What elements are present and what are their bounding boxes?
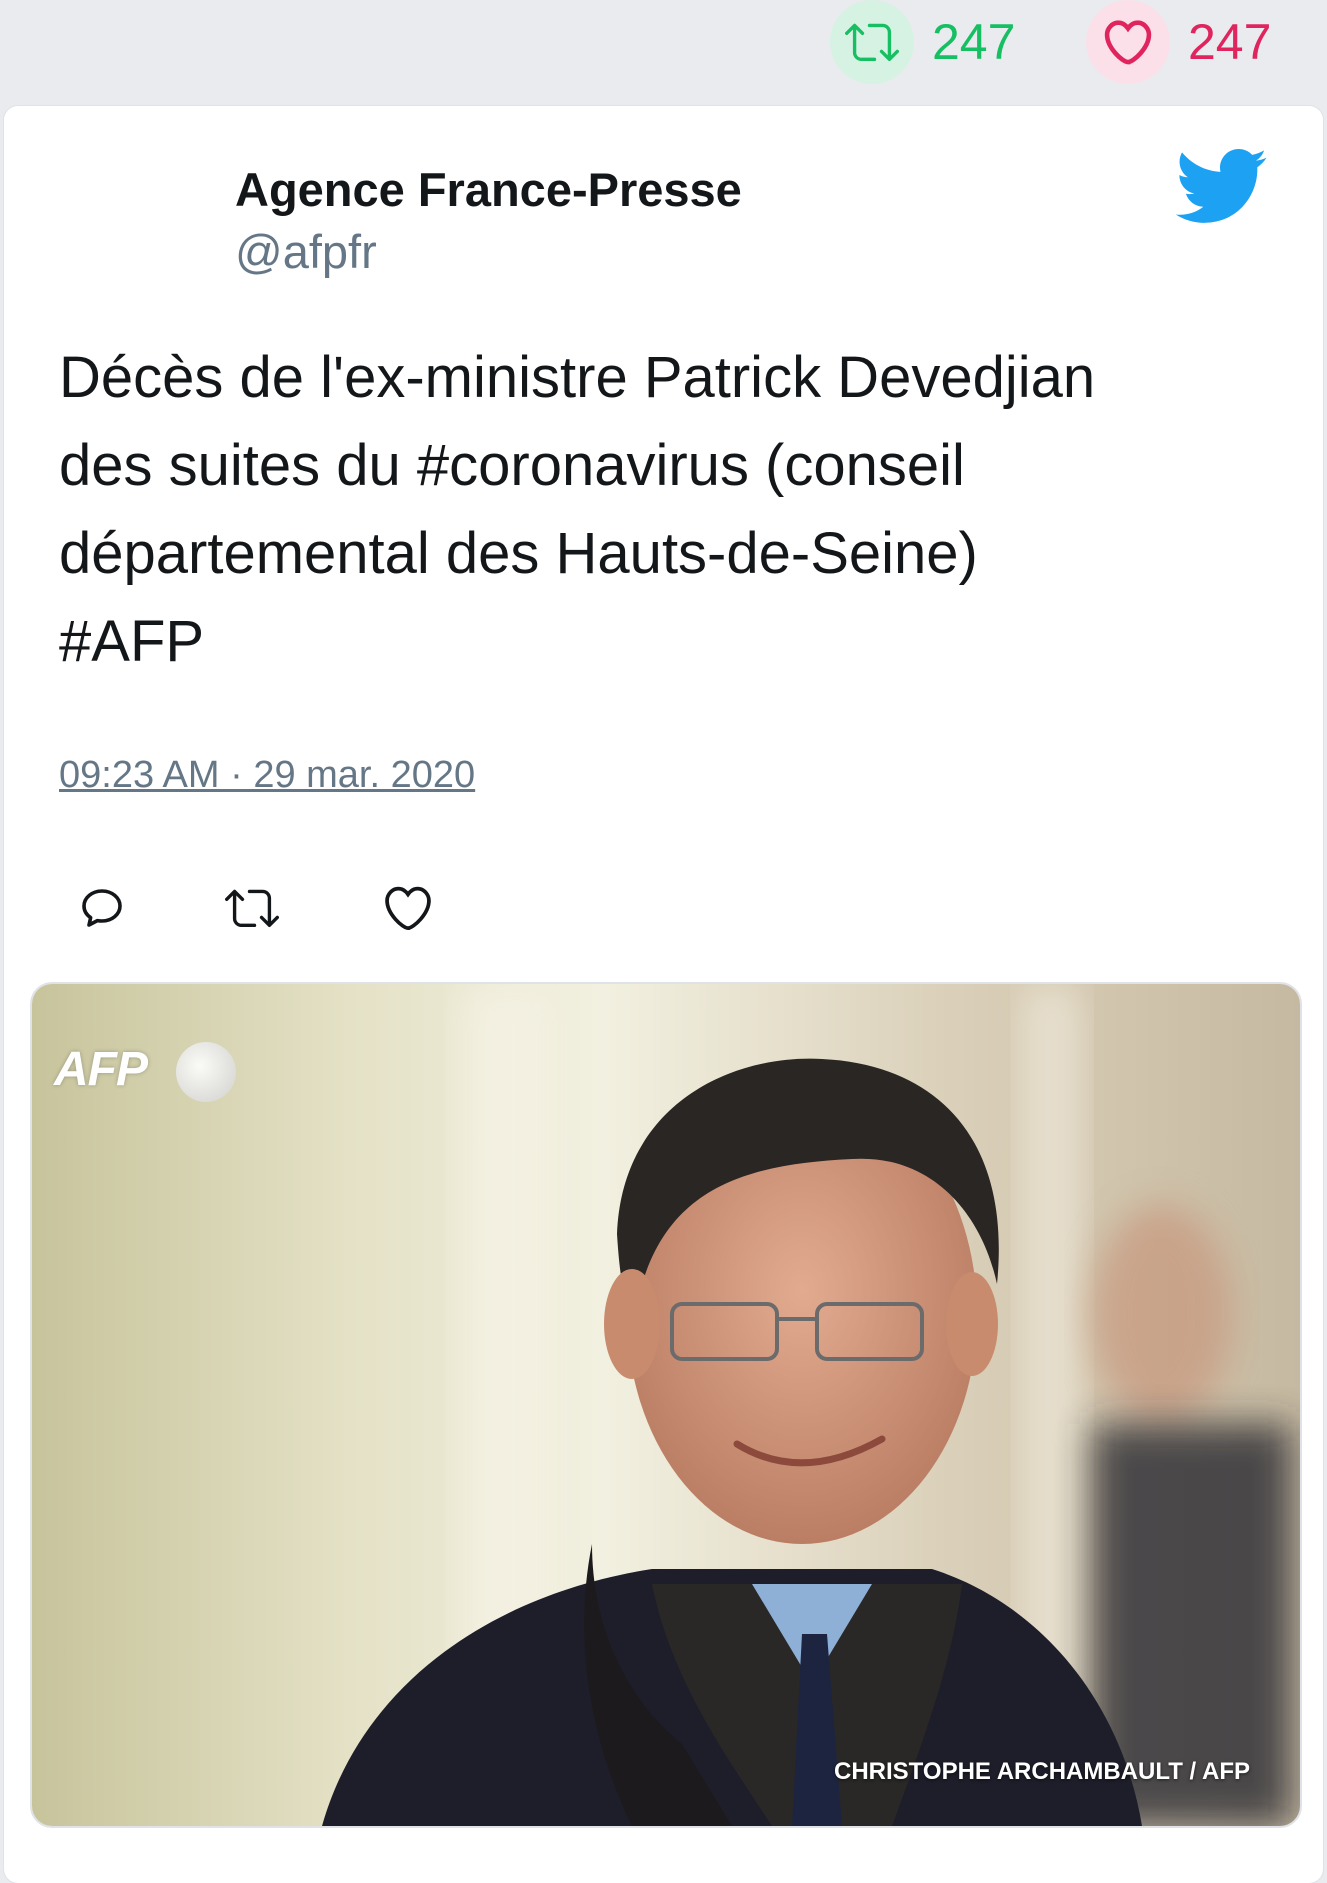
like-count: 247 xyxy=(1188,14,1272,70)
avatar[interactable] xyxy=(58,158,178,278)
like-stat[interactable]: 247 xyxy=(1086,0,1271,84)
photo-credit: CHRISTOPHE ARCHAMBAULT / AFP xyxy=(834,1758,1250,1785)
afp-globe-icon xyxy=(176,1042,236,1102)
retweet-icon[interactable] xyxy=(830,0,914,84)
tweet-timestamp[interactable]: 09:23 AM · 29 mar. 2020 xyxy=(59,754,475,797)
reply-button[interactable] xyxy=(72,878,132,938)
afp-watermark-logo: AFP xyxy=(54,1043,148,1096)
retweet-action-icon xyxy=(225,889,279,928)
retweet-button[interactable] xyxy=(222,878,282,938)
retweet-stat[interactable]: 247 xyxy=(830,0,1015,84)
tweet-text: Décès de l'ex-ministre Patrick Devedjian… xyxy=(59,345,1096,674)
retweet-count: 247 xyxy=(932,14,1016,70)
author-name[interactable]: Agence France-Presse xyxy=(235,162,742,217)
tweet-card: Agence France-Presse @afpfr Décès de l'e… xyxy=(4,106,1323,1883)
twitter-bird-icon[interactable] xyxy=(1172,146,1268,230)
tweet-stats-bar: 247 247 xyxy=(0,0,1327,90)
heart-icon[interactable] xyxy=(1086,0,1170,84)
heart-action-icon xyxy=(385,886,431,930)
portrait-photo xyxy=(32,984,1300,1826)
author-handle[interactable]: @afpfr xyxy=(235,224,377,279)
tweet-photo[interactable]: AFP CHRISTOPHE ARCHAMBAULT / AFP xyxy=(30,982,1302,1828)
like-button[interactable] xyxy=(378,878,438,938)
reply-icon xyxy=(82,889,122,927)
